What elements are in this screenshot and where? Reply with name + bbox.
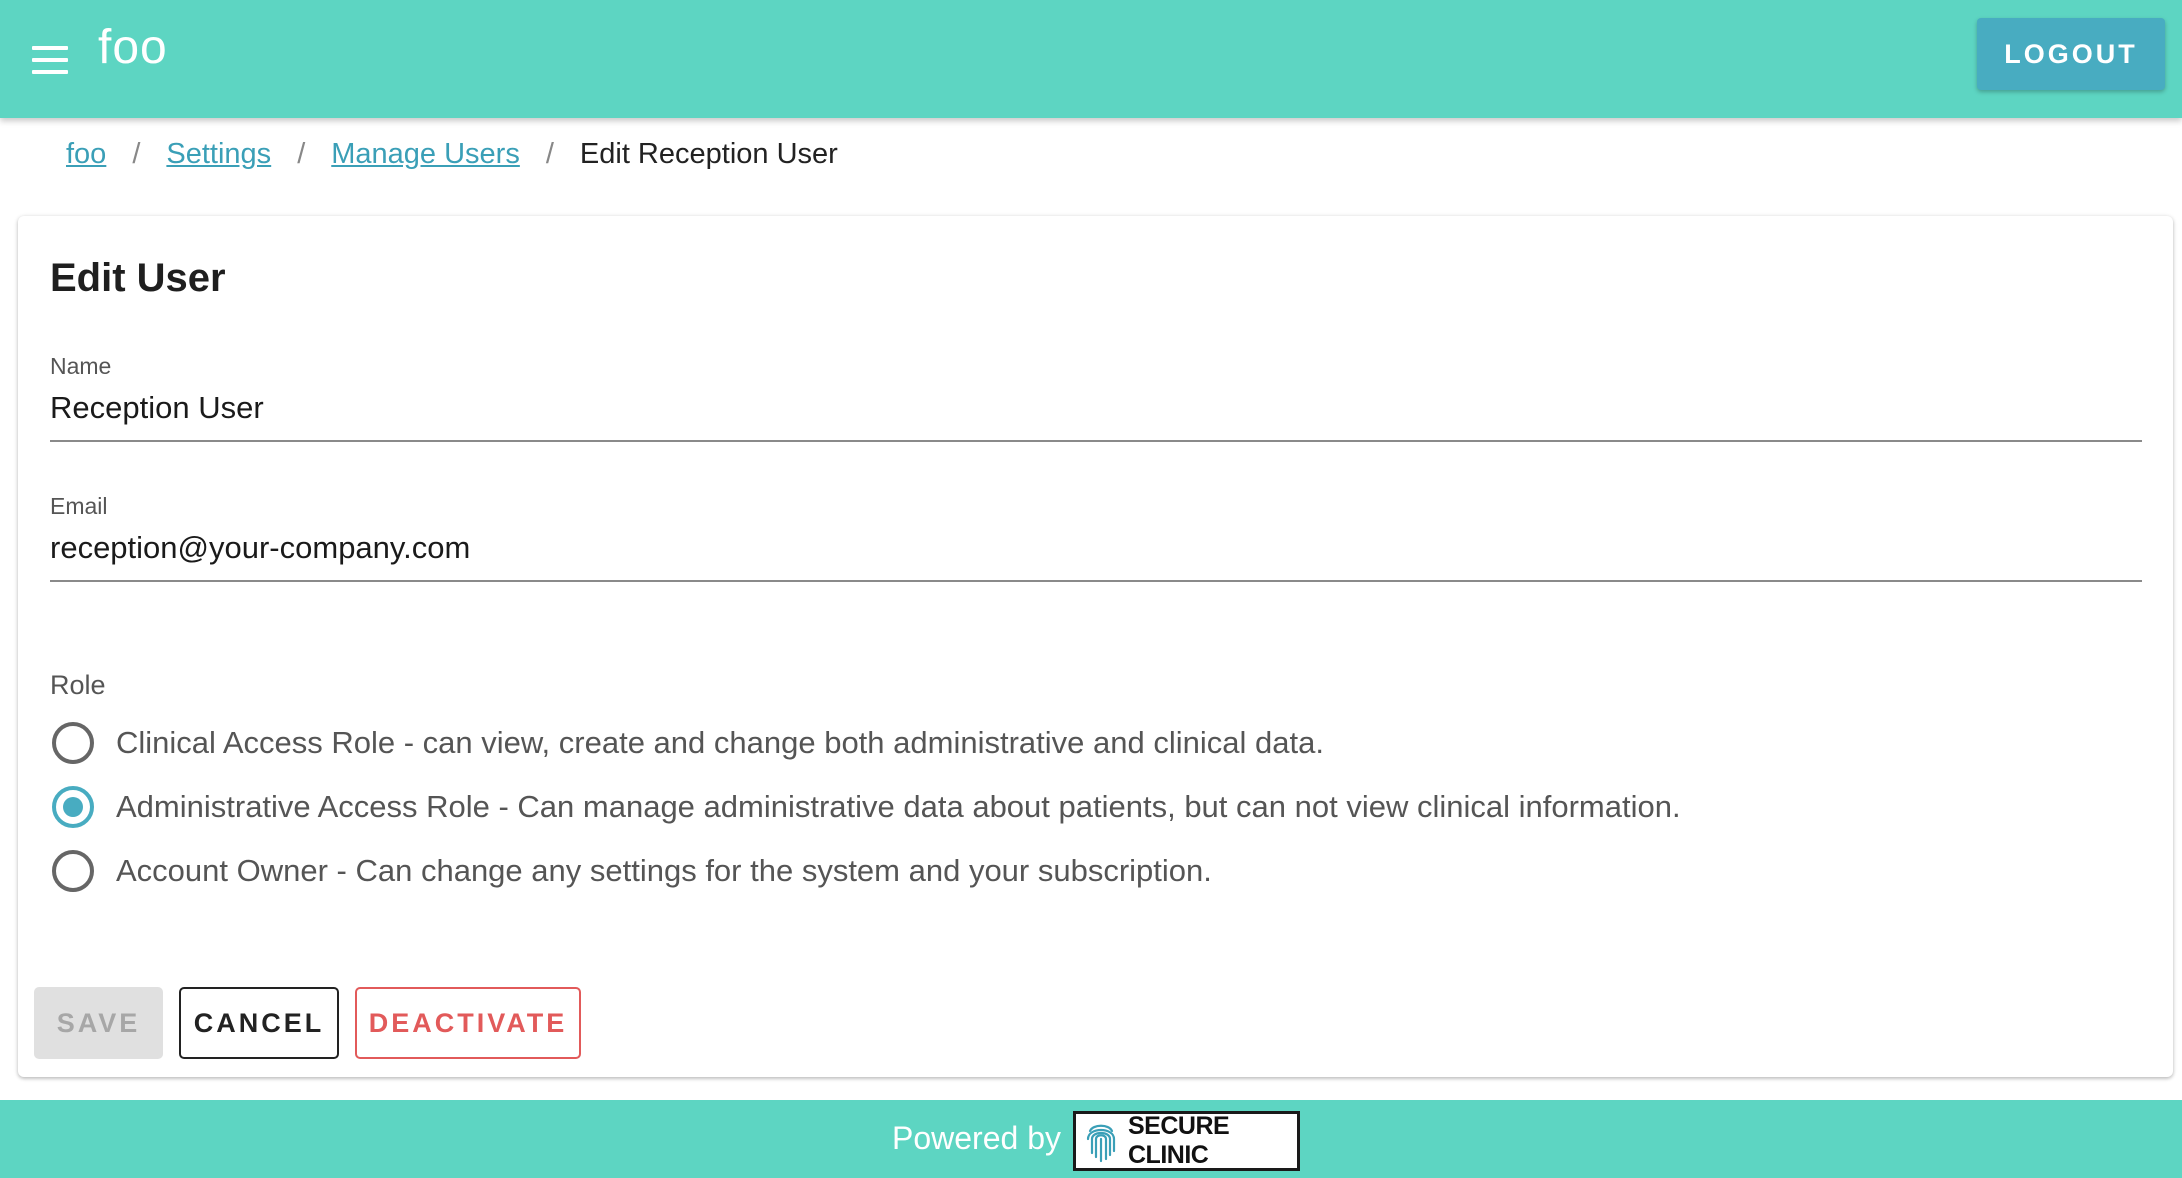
deactivate-button[interactable]: DEACTIVATE [355, 987, 581, 1059]
breadcrumb-link-home[interactable]: foo [66, 138, 106, 171]
role-option-owner[interactable]: Account Owner - Can change any settings … [52, 850, 1212, 892]
radio-unchecked-icon[interactable] [52, 850, 94, 892]
breadcrumb-current: Edit Reception User [579, 138, 838, 170]
powered-by-text: Powered by [892, 1120, 1061, 1156]
breadcrumb-link-settings[interactable]: Settings [166, 138, 271, 171]
card-title: Edit User [50, 256, 226, 300]
hamburger-menu-icon[interactable] [22, 32, 78, 88]
save-button[interactable]: SAVE [34, 987, 163, 1059]
role-option-clinical[interactable]: Clinical Access Role - can view, create … [52, 722, 1324, 764]
role-label: Role [50, 670, 106, 700]
breadcrumb-separator: / [545, 138, 554, 170]
email-input[interactable] [50, 530, 2142, 580]
role-option-administrative[interactable]: Administrative Access Role - Can manage … [52, 786, 1681, 828]
form-actions: SAVE CANCEL DEACTIVATE [34, 987, 597, 1059]
role-option-label: Administrative Access Role - Can manage … [116, 789, 1681, 824]
breadcrumb-separator: / [132, 138, 141, 170]
app-bar: foo LOGOUT [0, 0, 2182, 118]
brand-name: SECURE CLINIC [1128, 1112, 1230, 1169]
breadcrumb-link-manage-users[interactable]: Manage Users [331, 138, 520, 171]
breadcrumb: foo / Settings / Manage Users / Edit Rec… [66, 138, 838, 171]
fingerprint-icon [1086, 1124, 1116, 1163]
email-field-label: Email [50, 493, 108, 519]
role-option-label: Account Owner - Can change any settings … [116, 853, 1212, 888]
name-field-label: Name [50, 353, 112, 379]
name-input[interactable] [50, 390, 2142, 440]
edit-user-card: Edit User Name Email Role Clinical Acces… [18, 216, 2173, 1077]
radio-checked-icon[interactable] [52, 786, 94, 828]
cancel-button[interactable]: CANCEL [179, 987, 339, 1059]
email-field: Email [50, 493, 2142, 582]
footer: Powered by SECURE CLINIC [0, 1100, 2182, 1178]
radio-unchecked-icon[interactable] [52, 722, 94, 764]
logout-button[interactable]: LOGOUT [1977, 18, 2165, 90]
name-field: Name [50, 353, 2142, 442]
secure-clinic-logo[interactable]: SECURE CLINIC [1073, 1111, 1300, 1171]
role-option-label: Clinical Access Role - can view, create … [116, 725, 1324, 760]
app-title: foo [98, 21, 168, 74]
breadcrumb-separator: / [297, 138, 306, 170]
